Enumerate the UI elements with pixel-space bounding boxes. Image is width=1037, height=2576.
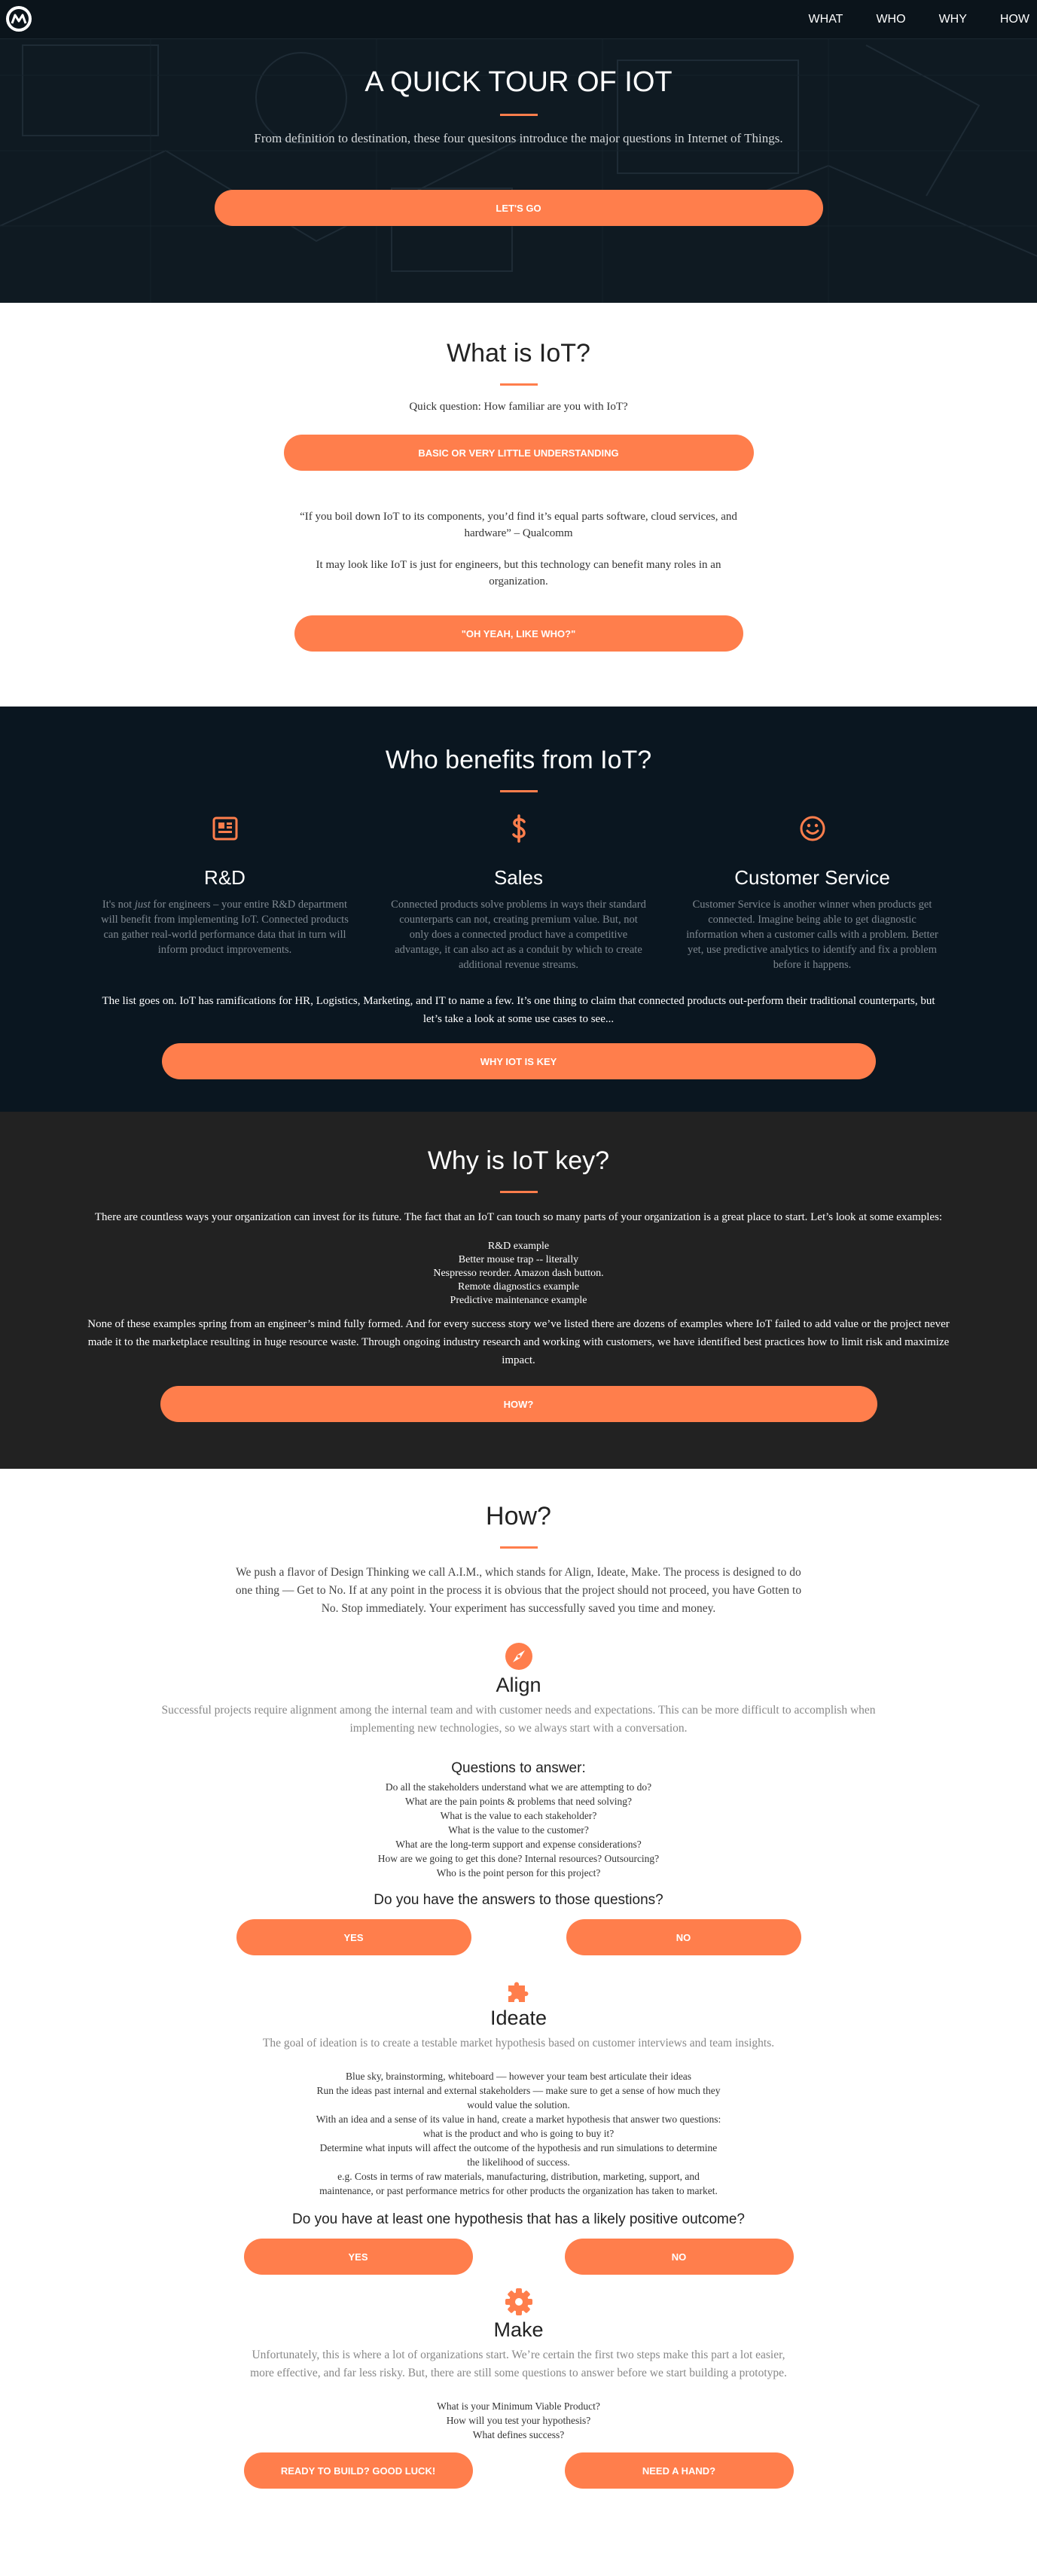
why-title: Why is IoT key?: [427, 1146, 610, 1175]
what-body: It may look like IoT is just for enginee…: [316, 559, 721, 588]
list-item: Blue sky, brainstorming, whiteboard — ho…: [345, 2071, 692, 2082]
why-intro: There are countless ways your organizati…: [94, 1211, 943, 1223]
benefit-columns: R&D It's not just for engineers – your e…: [0, 813, 1037, 972]
benefit-title: R&D: [204, 866, 246, 889]
puzzle-icon: [0, 1976, 1037, 2007]
how-section: How? We push a flavor of Design Thinking…: [0, 1469, 1037, 2525]
ideate-yes-button[interactable]: YES: [243, 2239, 473, 2275]
examples-list: R&D example Better mouse trap -- literal…: [0, 1240, 1037, 1308]
basic-understanding-button[interactable]: BASIC OR VERY LITTLE UNDERSTANDING: [283, 435, 754, 471]
make-questions: What is your Minimum Viable Product? How…: [0, 2399, 1037, 2442]
ideate-no-button[interactable]: NO: [564, 2239, 794, 2275]
benefit-text: Customer Service is another winner when …: [686, 899, 938, 971]
align-yes-button[interactable]: YES: [236, 1919, 471, 1955]
align-answer-buttons: YES NO: [0, 1919, 1037, 1955]
list-item: Run the ideas past internal and external…: [316, 2085, 721, 2111]
questions-heading: Questions to answer:: [451, 1760, 586, 1776]
make-desc: Unfortunately, this is where a lot of or…: [250, 2349, 787, 2379]
list-item: R&D example: [487, 1241, 550, 1252]
list-item: How will you test your hypothesis?: [446, 2415, 591, 2426]
why-iot-is-key-button[interactable]: WHY IOT IS KEY: [161, 1043, 876, 1079]
nav-link-what[interactable]: WHAT: [809, 13, 843, 26]
dollar-icon: [390, 813, 648, 844]
list-item: Remote diagnostics example: [458, 1281, 579, 1293]
how-intro: We push a flavor of Design Thinking we c…: [235, 1566, 802, 1615]
benefit-text: It's not just for engineers – your entir…: [101, 899, 349, 956]
list-item: What are the pain points & problems that…: [404, 1796, 633, 1807]
ideate-items: Blue sky, brainstorming, whiteboard — ho…: [316, 2069, 722, 2198]
top-nav: WHAT WHO WHY HOW: [0, 0, 1037, 39]
benefit-title: Customer Service: [734, 866, 890, 889]
align-prompt: Do you have the answers to those questio…: [374, 1892, 663, 1908]
ideate-answer-buttons: YES NO: [0, 2239, 1037, 2275]
ready-to-build-button[interactable]: READY TO BUILD? GOOD LUCK!: [243, 2452, 473, 2489]
benefit-title: Sales: [493, 866, 544, 889]
benefit-customer-service: Customer Service Customer Service is ano…: [666, 813, 959, 972]
smiley-icon: [684, 813, 941, 844]
ideate-title: Ideate: [490, 2007, 547, 2029]
lets-go-button[interactable]: LET'S GO: [214, 190, 823, 226]
gear-icon: [0, 2287, 1037, 2317]
nav-link-who[interactable]: WHO: [876, 13, 905, 26]
newspaper-icon: [96, 813, 354, 844]
how-divider: [499, 1546, 538, 1549]
align-questions: Do all the stakeholders understand what …: [0, 1780, 1037, 1880]
list-item: Nespresso reorder. Amazon dash button.: [433, 1268, 604, 1279]
list-item: What defines success?: [472, 2429, 565, 2440]
hero-divider: [499, 114, 538, 116]
hero-subtitle: From definition to destination, these fo…: [254, 131, 783, 145]
compass-icon: [0, 1642, 1037, 1671]
list-item: What is the value to the customer?: [448, 1824, 589, 1836]
list-item: Predictive maintenance example: [450, 1295, 587, 1306]
nav-link-why[interactable]: WHY: [939, 13, 967, 26]
nav-links: WHAT WHO WHY HOW: [776, 0, 1029, 39]
list-item: What is your Minimum Viable Product?: [437, 2401, 600, 2412]
why-divider: [499, 1191, 538, 1193]
what-section: What is IoT? Quick question: How familia…: [0, 303, 1037, 707]
align-desc: Successful projects require alignment am…: [161, 1704, 876, 1735]
list-item: Do all the stakeholders understand what …: [385, 1781, 652, 1793]
benefit-text: Connected products solve problems in way…: [391, 899, 646, 971]
who-note: The list goes on. IoT has ramifications …: [102, 995, 935, 1025]
who-section: Who benefits from IoT? R&D It's not just…: [0, 707, 1037, 1112]
make-buttons: READY TO BUILD? GOOD LUCK! NEED A HAND?: [0, 2452, 1037, 2489]
nav-link-how[interactable]: HOW: [1000, 13, 1029, 26]
list-item: Who is the point person for this project…: [436, 1867, 601, 1879]
benefit-sales: Sales Connected products solve problems …: [372, 813, 666, 972]
why-section: Why is IoT key? There are countless ways…: [0, 1112, 1037, 1469]
list-item: What are the long-term support and expen…: [395, 1839, 642, 1850]
how-title: How?: [486, 1502, 551, 1531]
qualcomm-quote: “If you boil down IoT to its components,…: [300, 511, 737, 539]
list-item: How are we going to get this done? Inter…: [377, 1853, 660, 1864]
hero-title: A QUICK TOUR OF IOT: [364, 66, 673, 98]
who-title: Who benefits from IoT?: [385, 746, 652, 774]
make-title: Make: [493, 2318, 544, 2341]
like-who-button[interactable]: "OH YEAH, LIKE WHO?": [294, 615, 743, 652]
align-no-button[interactable]: NO: [566, 1919, 801, 1955]
list-item: With an idea and a sense of its value in…: [316, 2114, 721, 2139]
need-a-hand-button[interactable]: NEED A HAND?: [564, 2452, 794, 2489]
what-title: What is IoT?: [447, 339, 590, 368]
what-divider: [499, 383, 538, 386]
hero-section: A QUICK TOUR OF IOT From definition to d…: [0, 0, 1037, 303]
ideate-prompt: Do you have at least one hypothesis that…: [292, 2211, 745, 2227]
list-item: e.g. Costs in terms of raw materials, ma…: [319, 2171, 718, 2196]
list-item: What is the value to each stakeholder?: [440, 1810, 597, 1821]
why-body: None of these examples spring from an en…: [87, 1318, 950, 1366]
list-item: Better mouse trap -- literally: [458, 1254, 579, 1265]
benefit-rnd: R&D It's not just for engineers – your e…: [78, 813, 372, 972]
how-button[interactable]: HOW?: [160, 1386, 877, 1422]
align-title: Align: [496, 1674, 541, 1696]
familiarity-question: Quick question: How familiar are you wit…: [409, 401, 628, 413]
list-item: Determine what inputs will affect the ou…: [319, 2142, 718, 2168]
ideate-desc: The goal of ideation is to create a test…: [262, 2037, 775, 2050]
who-divider: [499, 790, 538, 792]
logo-icon[interactable]: [6, 6, 32, 32]
